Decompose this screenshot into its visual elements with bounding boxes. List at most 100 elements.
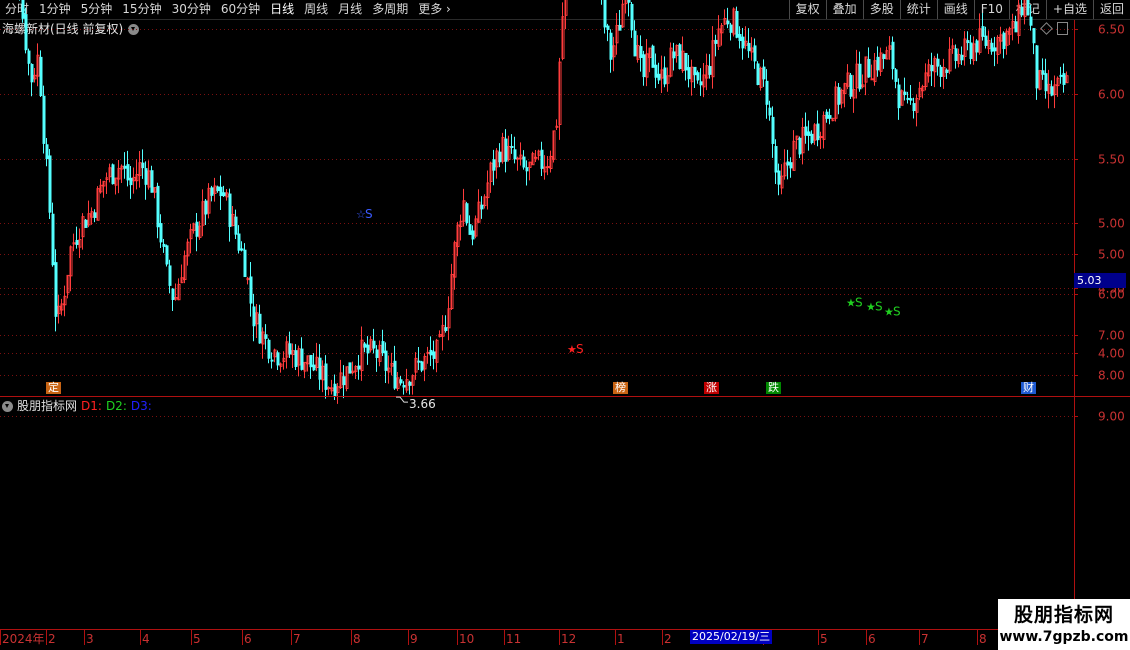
time-label: 5 <box>193 632 201 646</box>
candle-body <box>729 24 733 33</box>
event-marker[interactable]: 涨 <box>704 382 719 394</box>
candle-body <box>786 161 790 166</box>
candle-body <box>657 73 661 81</box>
watermark: 股朋指标网 www.7gpzb.com <box>998 599 1130 650</box>
candle-body <box>240 248 244 251</box>
candle-body <box>24 14 28 51</box>
candle-body <box>75 240 79 245</box>
candle-body <box>639 46 643 58</box>
candle-body <box>969 42 973 59</box>
candle-body <box>984 35 988 46</box>
candle-body <box>990 42 994 52</box>
candle-body <box>228 193 232 227</box>
candle-body <box>837 87 841 105</box>
candle-body <box>162 243 166 247</box>
candle-body <box>726 20 730 25</box>
candle-body <box>1035 45 1039 89</box>
event-marker[interactable]: 财 <box>1021 382 1036 394</box>
candle-body <box>687 67 691 80</box>
candle-body <box>753 45 757 62</box>
price-tick-label: 6.50 <box>1098 23 1125 37</box>
candle-body <box>633 30 637 57</box>
candle-body <box>894 69 898 82</box>
event-marker[interactable]: 榜 <box>613 382 628 394</box>
candle-body <box>1014 21 1018 33</box>
candle-body <box>318 357 322 380</box>
candle-body <box>912 103 916 111</box>
candle-body <box>237 233 241 251</box>
chevron-down-icon[interactable] <box>2 400 13 412</box>
kline-chart[interactable]: 8.508.007.507.006.506.005.505.004.504.00… <box>0 0 1130 650</box>
candle-body <box>930 65 934 72</box>
candle-body <box>156 185 160 228</box>
candle-body <box>768 107 772 116</box>
price-tick-label: 5.50 <box>1098 153 1125 167</box>
candle-body <box>810 133 814 144</box>
candle-body <box>420 361 424 371</box>
candle-body <box>1032 28 1036 44</box>
candle-body <box>402 384 406 388</box>
candle-body <box>642 54 646 78</box>
candle-body <box>522 156 526 168</box>
candle-body <box>375 349 379 358</box>
candle-body <box>264 334 268 339</box>
candle-body <box>471 230 475 240</box>
candle-body <box>123 165 127 169</box>
signal-label: S <box>875 299 883 313</box>
candle-body <box>546 166 550 169</box>
candle-body <box>1059 74 1063 77</box>
candle-body <box>618 24 622 31</box>
candle-body <box>789 162 793 169</box>
candle-body <box>804 126 808 136</box>
candle-body <box>300 348 304 370</box>
candle-body <box>429 349 433 356</box>
candle-body <box>399 379 403 384</box>
candle-body <box>129 177 133 186</box>
candle-body <box>627 0 631 3</box>
candle-body <box>294 350 298 368</box>
candle-body <box>267 339 271 359</box>
candle-body <box>534 156 538 159</box>
price-tick-label: 5.00 <box>1098 217 1125 231</box>
candle-body <box>954 48 958 62</box>
candle-body <box>981 26 985 37</box>
candle-body <box>504 138 508 162</box>
time-label: 6 <box>244 632 252 646</box>
candle-body <box>903 91 907 96</box>
event-marker[interactable]: 跌 <box>766 382 781 394</box>
candle-body <box>756 63 760 85</box>
time-label: 2024年 <box>2 632 45 646</box>
time-label: 8 <box>353 632 361 646</box>
candle-body <box>366 344 370 354</box>
candle-body <box>381 341 385 354</box>
candle-body <box>210 187 214 196</box>
candle-body <box>150 170 154 193</box>
candle-body <box>609 32 613 60</box>
candle-body <box>966 40 970 44</box>
candle-body <box>747 42 751 52</box>
candle-body <box>21 0 25 19</box>
time-label: 2 <box>48 632 56 646</box>
candle-body <box>168 265 172 286</box>
candle-body <box>30 63 34 83</box>
indicator-d3-label: D3: <box>130 399 152 413</box>
candle-body <box>324 363 328 390</box>
time-label: 5 <box>820 632 828 646</box>
event-marker[interactable]: 定 <box>46 382 61 394</box>
candle-body <box>126 164 130 181</box>
candle-body <box>465 203 469 224</box>
candle-body <box>48 155 52 213</box>
candle-body <box>510 145 514 148</box>
candle-body <box>696 72 700 81</box>
candle-body <box>45 144 49 160</box>
candle-body <box>222 192 226 197</box>
time-label: 2 <box>664 632 672 646</box>
candle-body <box>735 10 739 38</box>
candle-body <box>906 97 910 100</box>
candle-body <box>651 45 655 68</box>
candle-body <box>654 64 658 78</box>
candle-body <box>516 157 520 160</box>
candle-body <box>891 41 895 70</box>
candle-body <box>342 376 346 386</box>
candle-body <box>741 36 745 49</box>
